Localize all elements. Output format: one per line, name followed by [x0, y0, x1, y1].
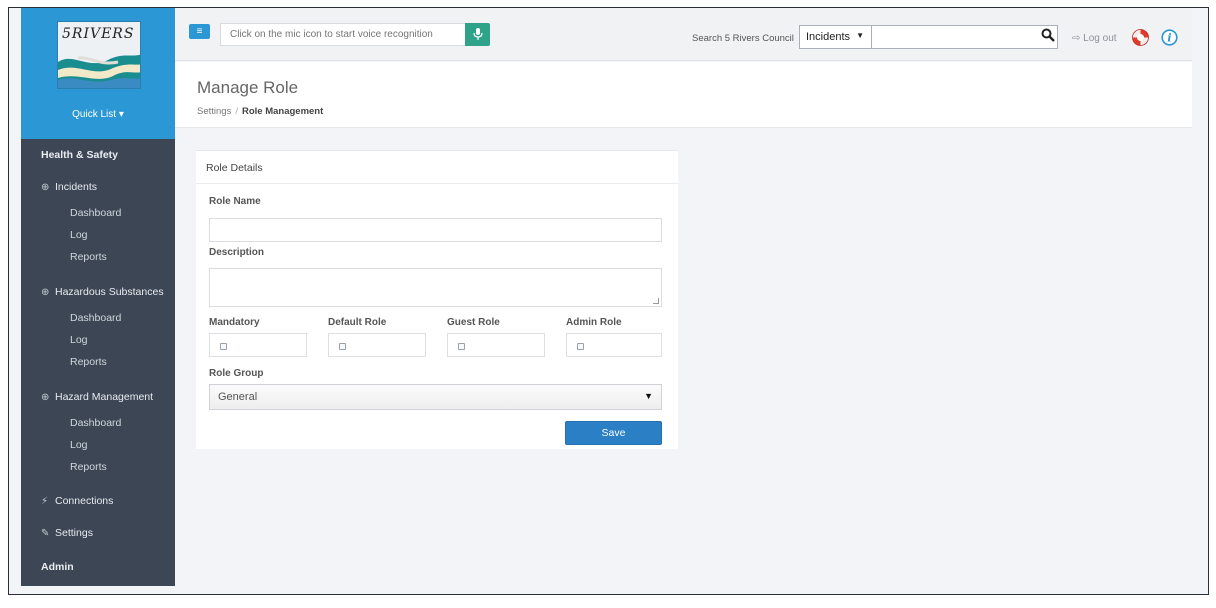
search-icon[interactable] — [1041, 28, 1055, 42]
wrench-icon: ✎ — [41, 528, 50, 539]
page-title: Manage Role — [197, 78, 299, 97]
search-scope-value: Incidents — [806, 31, 851, 43]
role-details-panel: Role Details Role Name Description Manda… — [196, 150, 678, 449]
sidebar-item-hazardous-substances[interactable]: ⊕ Hazardous Substances — [41, 286, 195, 298]
sidebar-item-hazard-management[interactable]: ⊕ Hazard Management — [41, 391, 195, 403]
logout-link[interactable]: ⇨ Log out — [1072, 33, 1117, 44]
svg-text:i: i — [1167, 32, 1171, 45]
panel-header: Role Details — [196, 151, 678, 184]
sidebar-item-incidents[interactable]: ⊕ Incidents — [41, 181, 195, 193]
default-role-checkbox[interactable] — [339, 343, 346, 350]
dropdown-arrow-icon: ▼ — [644, 391, 653, 401]
default-role-label: Default Role — [328, 317, 387, 328]
company-logo[interactable]: 5RIVERS — [57, 21, 141, 89]
info-icon[interactable]: i — [1161, 29, 1178, 46]
breadcrumb-settings[interactable]: Settings — [197, 106, 231, 117]
description-label: Description — [209, 247, 265, 258]
lifebuoy-help-icon[interactable] — [1132, 29, 1149, 46]
logo-text: 5RIVERS — [62, 26, 135, 42]
breadcrumb-current: Role Management — [241, 106, 324, 117]
app-window: 5RIVERS Quick List ▾ Health & Safety ⊕ In… — [8, 7, 1209, 595]
panel-title: Role Details — [206, 162, 263, 174]
guest-role-checkbox-box — [447, 333, 545, 357]
mandatory-checkbox[interactable] — [220, 343, 227, 350]
quick-list-dropdown[interactable]: Quick List ▾ — [21, 109, 175, 120]
breadcrumb: Settings / Role Management — [197, 106, 323, 117]
breadcrumb-separator: / — [235, 106, 238, 117]
voice-recognition-input[interactable] — [220, 23, 466, 46]
sidebar-item-hazard-reports[interactable]: Reports — [70, 461, 224, 473]
admin-role-checkbox[interactable] — [577, 343, 584, 350]
sidebar-item-settings[interactable]: ✎ Settings — [41, 527, 195, 539]
mic-button[interactable] — [465, 23, 490, 46]
dropdown-arrow-icon: ▼ — [856, 31, 864, 40]
admin-role-label: Admin Role — [566, 317, 622, 328]
page-header: Manage Role Settings / Role Management — [175, 62, 1192, 128]
expand-icon: ⊕ — [41, 182, 50, 193]
sidebar-item-connections[interactable]: ⚡ Connections — [41, 495, 195, 507]
description-textarea[interactable] — [209, 268, 662, 307]
logout-icon: ⇨ — [1072, 33, 1084, 44]
mic-icon — [472, 28, 483, 40]
role-name-label: Role Name — [209, 196, 261, 207]
save-button[interactable]: Save — [565, 421, 662, 445]
default-role-checkbox-box — [328, 333, 426, 357]
role-group-label: Role Group — [209, 368, 264, 379]
resize-grip-icon[interactable] — [653, 298, 659, 304]
sidebar-header: 5RIVERS Quick List ▾ — [21, 8, 175, 139]
menu-toggle-button[interactable]: ≡ — [189, 24, 210, 39]
top-bar: ≡ Search 5 Rivers Council Incidents ▼ ⇨ … — [175, 8, 1192, 61]
expand-icon: ⊕ — [41, 287, 50, 298]
sidebar-item-label: Hazardous Substances — [55, 286, 164, 298]
admin-role-checkbox-box — [566, 333, 662, 357]
mandatory-checkbox-box — [209, 333, 307, 357]
sidebar-item-admin[interactable]: Admin — [41, 561, 195, 573]
sidebar-item-label: Settings — [55, 527, 93, 539]
sidebar: 5RIVERS Quick List ▾ Health & Safety ⊕ In… — [21, 8, 175, 586]
search-input[interactable] — [872, 25, 1058, 49]
sidebar-item-label: Hazard Management — [55, 391, 154, 403]
sidebar-item-label: Incidents — [55, 181, 98, 193]
sidebar-item-health-safety[interactable]: Health & Safety — [41, 149, 195, 161]
expand-icon: ⊕ — [41, 392, 50, 403]
sidebar-item-label: Connections — [55, 495, 114, 507]
plug-icon: ⚡ — [41, 496, 49, 507]
guest-role-checkbox[interactable] — [458, 343, 465, 350]
logout-label: Log out — [1083, 33, 1117, 44]
role-group-select[interactable]: General ▼ — [209, 384, 662, 410]
role-name-input[interactable] — [209, 218, 662, 242]
hamburger-icon: ≡ — [196, 26, 203, 37]
role-group-value: General — [218, 391, 258, 403]
search-label: Search 5 Rivers Council — [692, 33, 794, 44]
mandatory-label: Mandatory — [209, 317, 260, 328]
search-scope-select[interactable]: Incidents ▼ — [799, 25, 872, 49]
guest-role-label: Guest Role — [447, 317, 500, 328]
